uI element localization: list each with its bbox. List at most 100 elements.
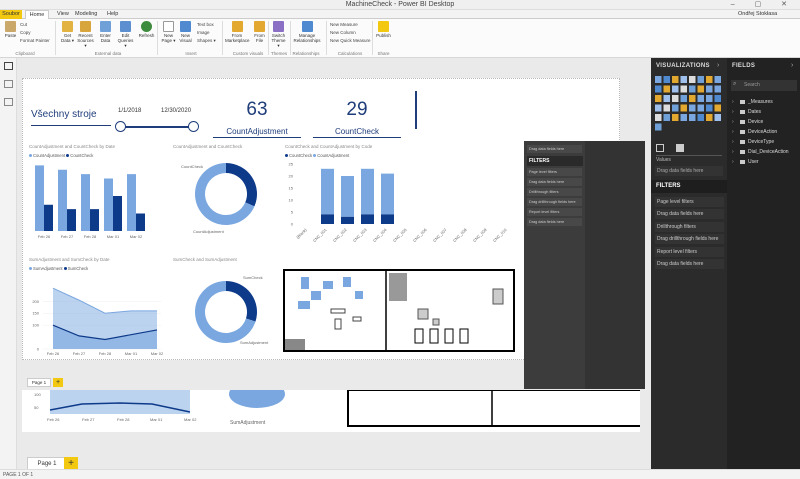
field-table-devicetype[interactable]: DeviceType — [740, 139, 774, 145]
enter-data-button[interactable]: Enter Data — [97, 21, 114, 43]
expand-chevron-icon[interactable]: › — [732, 119, 734, 125]
new-column-button[interactable]: New Column — [330, 30, 356, 35]
visual-type-icon[interactable] — [697, 85, 705, 93]
new-page-button[interactable]: New Page ▾ — [160, 21, 177, 43]
expand-chevron-icon[interactable]: › — [732, 99, 734, 105]
filter-report-level[interactable]: Report level filters — [655, 247, 724, 257]
switch-theme-button[interactable]: Switch Theme ▾ — [270, 21, 287, 48]
visual-type-icon[interactable] — [663, 114, 671, 121]
visual-type-icon[interactable] — [672, 104, 679, 112]
filter-page-level[interactable]: Page level filters — [655, 197, 724, 207]
expand-chevron-icon[interactable]: › — [732, 109, 734, 115]
filter-item[interactable]: Drillthrough filters — [527, 188, 582, 196]
visual-type-icon[interactable] — [706, 95, 713, 102]
from-marketplace-button[interactable]: From Marketplace — [225, 21, 250, 43]
visual-type-icon[interactable] — [706, 114, 713, 121]
filter-drop-zone[interactable]: Drag data fields here — [655, 259, 724, 269]
filter-item[interactable]: Drag data fields here — [527, 178, 582, 186]
file-tab[interactable]: Soubor — [0, 10, 22, 19]
from-file-button[interactable]: From File — [251, 21, 268, 43]
visual-type-icon[interactable] — [697, 95, 705, 102]
visual-type-icon[interactable] — [689, 95, 696, 102]
field-table-deviceaction[interactable]: DeviceAction — [740, 129, 777, 135]
drop-zone[interactable]: Drag data fields here — [527, 145, 582, 153]
page-tab-1[interactable]: Page 1 — [27, 378, 51, 387]
visual-type-icon[interactable] — [714, 95, 722, 102]
add-page-button[interactable]: + — [53, 378, 63, 387]
visual-type-icon[interactable] — [714, 114, 722, 121]
visual-type-icon[interactable] — [697, 114, 705, 121]
data-view-icon[interactable] — [4, 80, 13, 88]
manage-relationships-button[interactable]: Manage Relationships — [292, 21, 322, 43]
expand-chevron-icon[interactable]: › — [732, 129, 734, 135]
visual-type-icon[interactable] — [706, 85, 713, 93]
visual-type-icon[interactable] — [689, 76, 696, 83]
fields-well-icon[interactable] — [656, 144, 664, 152]
visual-type-icon[interactable] — [680, 114, 688, 121]
visual-type-icon[interactable] — [689, 114, 696, 121]
visual-type-icon[interactable] — [672, 76, 679, 83]
visual-type-icon[interactable] — [680, 95, 688, 102]
user-name[interactable]: Ondřej Stokłasa — [738, 11, 777, 17]
visual-type-icon[interactable] — [655, 114, 662, 121]
filter-drop-zone[interactable]: Drag data fields here — [655, 209, 724, 219]
field-table-dates[interactable]: Dates — [740, 109, 761, 115]
visual-type-icon[interactable] — [672, 114, 679, 121]
recent-sources-button[interactable]: Recent Sources ▾ — [77, 21, 94, 48]
window-controls[interactable]: – ▢ ✕ — [731, 0, 796, 8]
get-data-button[interactable]: Get Data ▾ — [59, 21, 76, 43]
collapse-chevron-icon[interactable]: › — [791, 62, 793, 69]
edit-queries-button[interactable]: Edit Queries ▾ — [117, 21, 134, 48]
model-view-icon[interactable] — [4, 98, 13, 106]
text-box-button[interactable]: Text box — [197, 22, 214, 27]
visual-type-icon[interactable] — [655, 95, 662, 102]
search-box[interactable]: ⌕ Search — [731, 80, 797, 91]
values-drop-zone[interactable]: Drag data fields here — [655, 166, 723, 176]
refresh-button[interactable]: Refresh — [138, 21, 155, 38]
new-measure-button[interactable]: New Measure — [330, 22, 358, 27]
visual-type-icon[interactable] — [655, 123, 662, 131]
tab-help[interactable]: Help — [107, 11, 118, 17]
visual-type-grid[interactable] — [655, 76, 725, 134]
tab-view[interactable]: View — [57, 11, 69, 17]
shapes-button[interactable]: Shapes ▾ — [197, 38, 216, 43]
tab-modeling[interactable]: Modeling — [75, 11, 97, 17]
field-table-dial-deviceaction[interactable]: Dial_DeviceAction — [740, 149, 789, 155]
visual-type-icon[interactable] — [697, 104, 705, 112]
collapse-chevron-icon[interactable]: › — [717, 62, 719, 69]
visual-type-icon[interactable] — [680, 85, 688, 93]
visual-type-icon[interactable] — [655, 76, 662, 83]
expand-chevron-icon[interactable]: › — [732, 159, 734, 165]
visual-type-icon[interactable] — [680, 104, 688, 112]
image-button[interactable]: Image — [197, 30, 210, 35]
visual-type-icon[interactable] — [672, 85, 679, 93]
expand-chevron-icon[interactable]: › — [732, 139, 734, 145]
new-quick-measure-button[interactable]: New Quick Measure — [330, 38, 371, 43]
visual-type-icon[interactable] — [680, 76, 688, 83]
visual-type-icon[interactable] — [714, 85, 722, 93]
visual-type-icon[interactable] — [655, 85, 662, 93]
visual-type-icon[interactable] — [689, 104, 696, 112]
visual-type-icon[interactable] — [706, 76, 713, 83]
visual-type-icon[interactable] — [663, 104, 671, 112]
visual-type-icon[interactable] — [655, 104, 662, 112]
report-view-icon[interactable] — [4, 62, 13, 70]
visual-type-icon[interactable] — [689, 85, 696, 93]
visual-type-icon[interactable] — [706, 104, 713, 112]
visual-type-icon[interactable] — [714, 76, 722, 83]
filter-item[interactable]: Report level filters — [527, 208, 582, 216]
filter-drop-zone[interactable]: Drag drillthrough fields here — [655, 234, 724, 244]
field-table-user[interactable]: User — [740, 159, 759, 165]
filter-drillthrough[interactable]: Drillthrough filters — [655, 222, 724, 232]
copy-button[interactable]: Copy — [20, 30, 31, 35]
field-table-device[interactable]: Device — [740, 119, 763, 125]
filter-item[interactable]: Drag data fields here — [527, 218, 582, 226]
cut-button[interactable]: Cut — [20, 22, 27, 27]
visual-type-icon[interactable] — [714, 104, 722, 112]
format-painter-button[interactable]: Format Painter — [20, 38, 50, 43]
visual-type-icon[interactable] — [663, 85, 671, 93]
publish-button[interactable]: Publish — [375, 21, 392, 38]
new-visual-button[interactable]: New Visual — [177, 21, 194, 43]
visual-type-icon[interactable] — [672, 95, 679, 102]
visual-type-icon[interactable] — [663, 76, 671, 83]
